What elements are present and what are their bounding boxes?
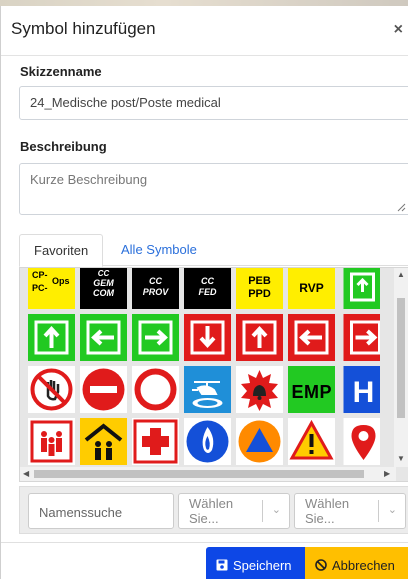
symbol-text: E M P: [292, 382, 332, 402]
symbol-text: CC: [98, 269, 110, 278]
cancel-button[interactable]: Abbrechen: [305, 547, 408, 579]
tab-all-symbols[interactable]: Alle Symbole: [107, 234, 211, 267]
chevron-down-icon[interactable]: ⌄: [388, 503, 397, 516]
prohibition-circle-icon[interactable]: [132, 366, 179, 413]
resize-handle-icon[interactable]: [396, 202, 406, 212]
scrollbar-thumb[interactable]: [397, 298, 405, 418]
symbol-text: CP-: [32, 270, 48, 280]
scrollbar-thumb[interactable]: [34, 470, 364, 478]
floppy-disk-icon: [216, 559, 228, 571]
select-divider: [378, 500, 379, 522]
map-pin-icon[interactable]: [340, 418, 380, 465]
symbol-text: GEM: [93, 278, 114, 288]
symbol-tabs: Favoriten Alle Symbole: [19, 234, 408, 267]
emergency-exit-up-green-icon[interactable]: [28, 314, 75, 361]
symbol-text: PROV: [143, 287, 170, 297]
emergency-exit-right-green-icon[interactable]: [132, 314, 179, 361]
description-textarea[interactable]: Kurze Beschreibung: [19, 163, 408, 215]
exit-right-red-icon[interactable]: [340, 314, 380, 361]
symbol-cc-fed[interactable]: CC FED: [184, 268, 231, 309]
symbol-text: H: [353, 376, 375, 409]
select-placeholder: Wählen Sie...: [189, 496, 234, 526]
symbol-text: Ops: [52, 276, 70, 286]
exit-left-red-icon[interactable]: [288, 314, 335, 361]
select-divider: [262, 500, 263, 522]
emergency-exit-left-green-icon[interactable]: [80, 314, 127, 361]
symbol-text: COM: [93, 288, 115, 298]
symbol-cp-pc-ops[interactable]: CP- PC- Ops: [28, 268, 75, 309]
symbol-text: CC: [149, 276, 162, 286]
name-search-input[interactable]: Namenssuche: [28, 493, 174, 529]
close-icon[interactable]: ×: [394, 21, 403, 39]
ban-icon: [315, 559, 327, 571]
fire-bell-icon[interactable]: [236, 366, 283, 413]
exit-down-red-icon[interactable]: [184, 314, 231, 361]
select-placeholder: Wählen Sie...: [305, 496, 350, 526]
type-select[interactable]: Wählen Sie... ⌄: [294, 493, 406, 529]
category-select[interactable]: Wählen Sie... ⌄: [178, 493, 290, 529]
symbol-gallery: CP- PC- Ops CC GEM COM CC PROV CC FED PE…: [19, 267, 408, 482]
assembly-point-icon[interactable]: [28, 418, 75, 465]
symbol-cc-gem-com[interactable]: CC GEM COM: [80, 268, 127, 309]
scroll-right-icon[interactable]: ▶: [384, 470, 390, 478]
sketch-name-label: Skizzenname: [20, 64, 102, 79]
scroll-down-icon[interactable]: ▼: [397, 455, 405, 463]
hospital-icon[interactable]: H: [340, 366, 380, 413]
cancel-label: Abbrechen: [332, 557, 395, 573]
helicopter-landing-icon[interactable]: [184, 366, 231, 413]
add-symbol-dialog: Symbol hinzufügen × Skizzenname 24_Medis…: [0, 6, 408, 579]
shelter-icon[interactable]: [80, 418, 127, 465]
save-button[interactable]: Speichern: [206, 547, 305, 579]
symbol-text: FED: [199, 287, 218, 297]
gallery-vertical-scrollbar[interactable]: ▲ ▼: [394, 268, 408, 467]
emergency-medical-post-icon[interactable]: E M P: [288, 366, 335, 413]
dialog-title: Symbol hinzufügen: [11, 19, 156, 38]
scroll-left-icon[interactable]: ◀: [23, 470, 29, 478]
symbol-text: PPD: [248, 288, 271, 300]
symbol-filters: Namenssuche Wählen Sie... ⌄ Wählen Sie..…: [19, 486, 408, 534]
exit-up-red-icon[interactable]: [236, 314, 283, 361]
gallery-horizontal-scrollbar[interactable]: ◀ ▶: [20, 467, 396, 481]
symbol-exit-green-partial[interactable]: [340, 268, 380, 309]
symbol-rvp[interactable]: RVP: [288, 268, 335, 309]
chevron-down-icon[interactable]: ⌄: [272, 503, 281, 516]
dialog-footer: Speichern Abbrechen: [1, 542, 408, 579]
police-flame-icon[interactable]: [184, 418, 231, 465]
tab-favorites[interactable]: Favoriten: [19, 234, 104, 267]
description-placeholder: Kurze Beschreibung: [30, 172, 148, 187]
dialog-header: Symbol hinzufügen ×: [1, 6, 408, 56]
description-label: Beschreibung: [20, 139, 107, 154]
civil-protection-icon[interactable]: [236, 418, 283, 465]
symbol-text: PC-: [32, 283, 48, 293]
scroll-up-icon[interactable]: ▲: [397, 271, 405, 279]
first-aid-cross-icon[interactable]: [132, 418, 179, 465]
symbol-text: RVP: [299, 281, 323, 295]
save-label: Speichern: [233, 557, 292, 573]
symbol-text: PEB: [248, 275, 271, 287]
symbol-cc-prov[interactable]: CC PROV: [132, 268, 179, 309]
symbol-text: CC: [201, 276, 214, 286]
no-entry-sign-icon[interactable]: [80, 366, 127, 413]
warning-triangle-icon[interactable]: [288, 418, 335, 465]
symbol-peb-ppd[interactable]: PEB PPD: [236, 268, 283, 309]
sketch-name-input[interactable]: 24_Medische post/Poste medical: [19, 86, 408, 120]
no-entry-hand-icon[interactable]: [28, 366, 75, 413]
